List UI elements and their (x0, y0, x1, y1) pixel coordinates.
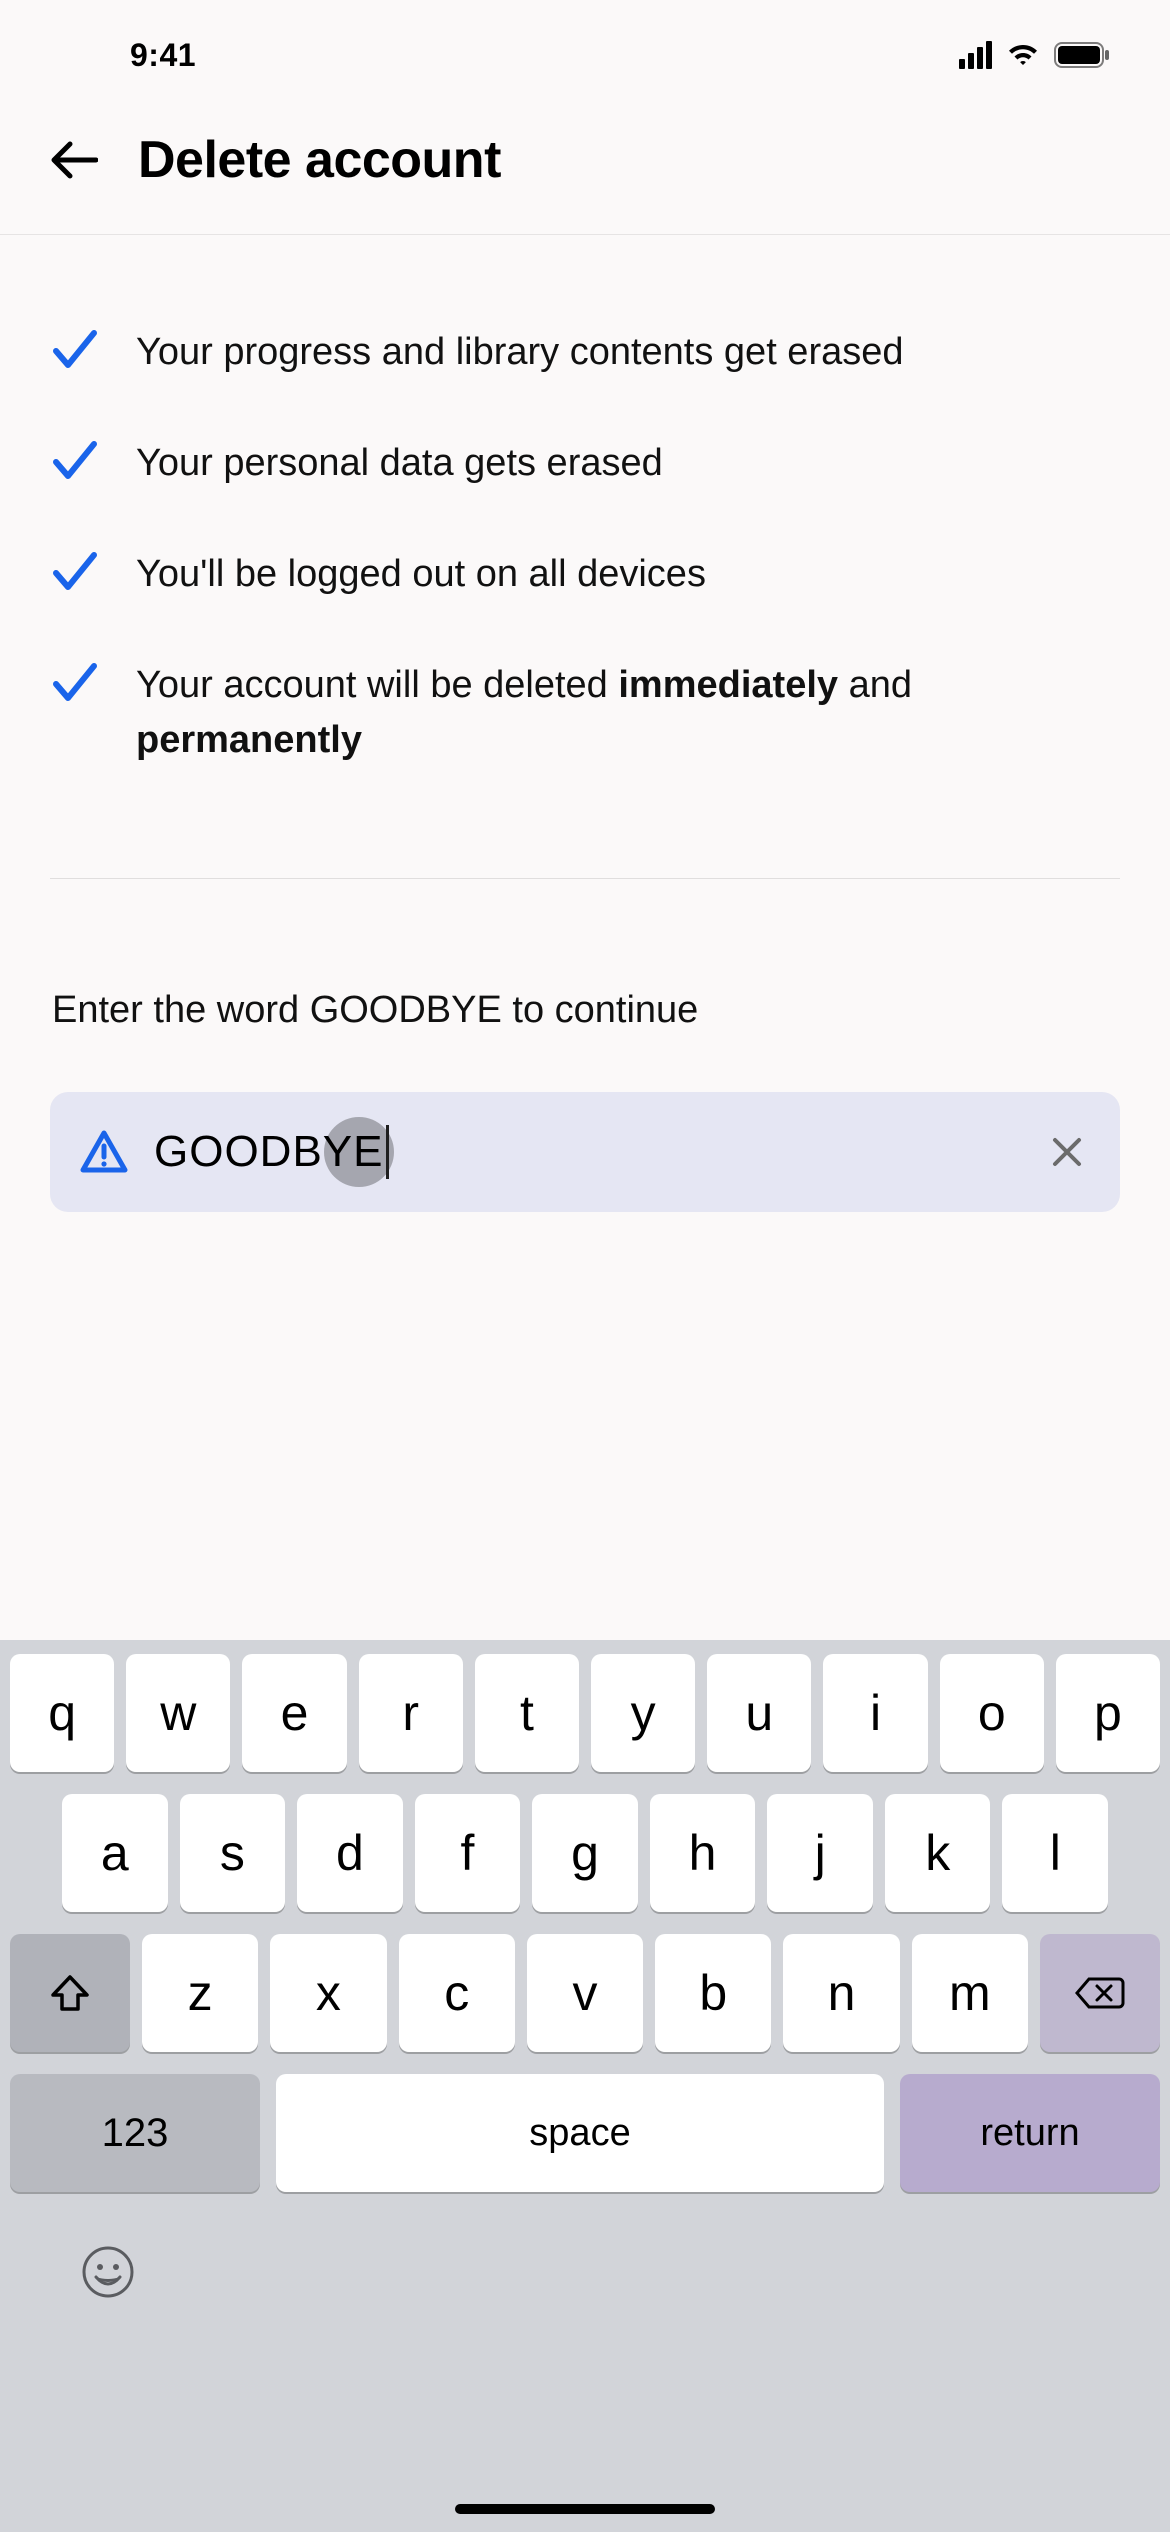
backspace-key[interactable] (1040, 1934, 1160, 2052)
checklist-item: Your personal data gets erased (50, 436, 1120, 491)
cellular-icon (959, 41, 992, 69)
key-g[interactable]: g (532, 1794, 638, 1912)
key-d[interactable]: d (297, 1794, 403, 1912)
battery-icon (1054, 42, 1110, 68)
key-f[interactable]: f (415, 1794, 521, 1912)
key-u[interactable]: u (707, 1654, 811, 1772)
checklist-item: Your account will be deleted immediately… (50, 658, 1120, 768)
key-a[interactable]: a (62, 1794, 168, 1912)
key-e[interactable]: e (242, 1654, 346, 1772)
status-icons (959, 41, 1110, 69)
clear-input-button[interactable] (1044, 1129, 1090, 1175)
wifi-icon (1006, 42, 1040, 68)
key-w[interactable]: w (126, 1654, 230, 1772)
key-i[interactable]: i (823, 1654, 927, 1772)
key-s[interactable]: s (180, 1794, 286, 1912)
key-o[interactable]: o (940, 1654, 1044, 1772)
check-icon (50, 660, 100, 706)
back-arrow-icon[interactable] (50, 140, 98, 180)
key-k[interactable]: k (885, 1794, 991, 1912)
key-t[interactable]: t (475, 1654, 579, 1772)
divider (50, 878, 1120, 879)
status-time: 9:41 (130, 37, 196, 74)
page-header: Delete account (0, 110, 1170, 235)
key-v[interactable]: v (527, 1934, 643, 2052)
keyboard: qwertyuiop asdfghjkl zxcvbnm 123 space r… (0, 1640, 1170, 2532)
touch-indicator (324, 1117, 394, 1187)
confirmation-prompt: Enter the word GOODBYE to continue (50, 989, 1120, 1032)
checklist-item: You'll be logged out on all devices (50, 547, 1120, 602)
text-caret (386, 1125, 389, 1179)
return-key[interactable]: return (900, 2074, 1160, 2192)
key-c[interactable]: c (399, 1934, 515, 2052)
space-key[interactable]: space (276, 2074, 884, 2192)
checklist: Your progress and library contents get e… (50, 325, 1120, 768)
checklist-text: Your progress and library contents get e… (136, 325, 904, 380)
key-m[interactable]: m (912, 1934, 1028, 2052)
home-indicator[interactable] (455, 2504, 715, 2514)
key-l[interactable]: l (1002, 1794, 1108, 1912)
checklist-text: Your personal data gets erased (136, 436, 663, 491)
emoji-button[interactable] (80, 2244, 136, 2300)
checklist-text: Your account will be deleted immediately… (136, 658, 1120, 768)
status-bar: 9:41 (0, 0, 1170, 110)
confirmation-input[interactable] (154, 1127, 1044, 1177)
page-title: Delete account (138, 130, 501, 190)
key-z[interactable]: z (142, 1934, 258, 2052)
confirmation-input-wrap[interactable] (50, 1092, 1120, 1212)
content-area: Your progress and library contents get e… (0, 235, 1170, 1212)
key-x[interactable]: x (270, 1934, 386, 2052)
key-r[interactable]: r (359, 1654, 463, 1772)
key-b[interactable]: b (655, 1934, 771, 2052)
key-n[interactable]: n (783, 1934, 899, 2052)
check-icon (50, 327, 100, 373)
key-h[interactable]: h (650, 1794, 756, 1912)
shift-key[interactable] (10, 1934, 130, 2052)
checklist-text: You'll be logged out on all devices (136, 547, 706, 602)
key-q[interactable]: q (10, 1654, 114, 1772)
check-icon (50, 438, 100, 484)
key-j[interactable]: j (767, 1794, 873, 1912)
check-icon (50, 549, 100, 595)
key-p[interactable]: p (1056, 1654, 1160, 1772)
numbers-key[interactable]: 123 (10, 2074, 260, 2192)
alert-triangle-icon (80, 1130, 128, 1174)
checklist-item: Your progress and library contents get e… (50, 325, 1120, 380)
key-y[interactable]: y (591, 1654, 695, 1772)
